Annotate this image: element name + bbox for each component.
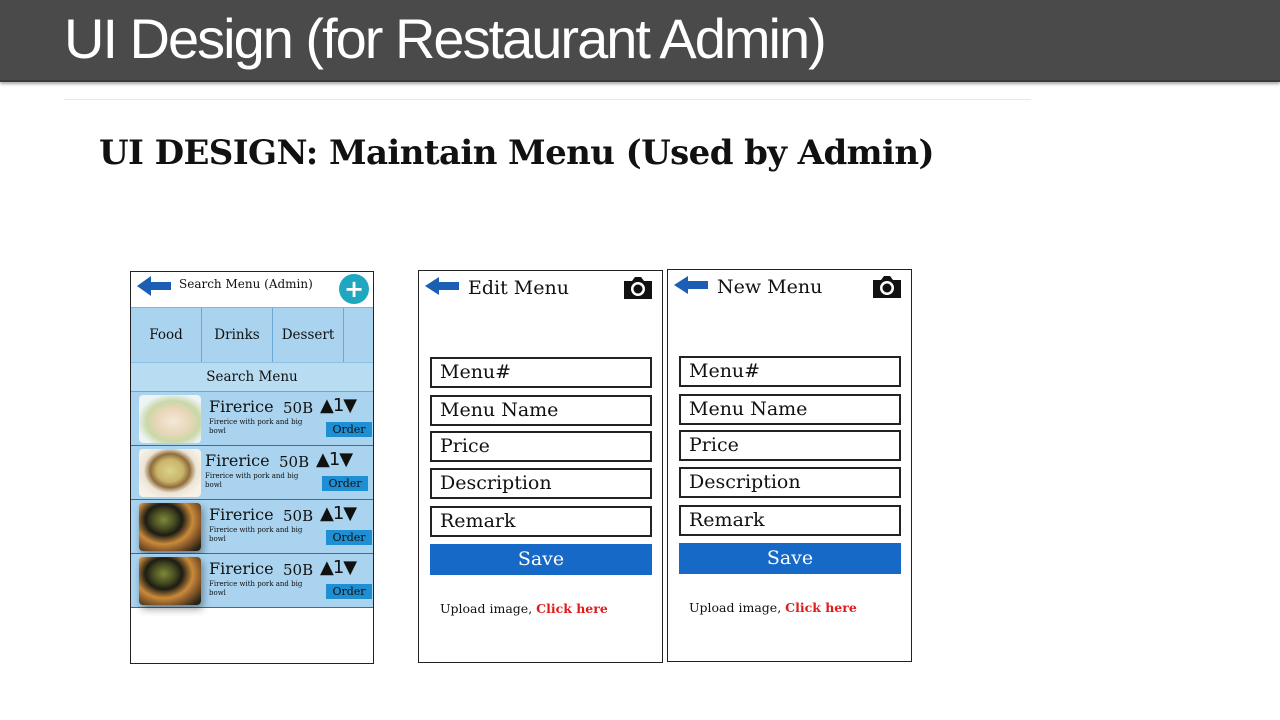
camera-icon[interactable] <box>871 274 903 304</box>
list-item[interactable]: Firerice 50B ▲1▼ Firerice with pork and … <box>131 500 373 554</box>
save-button[interactable]: Save <box>430 544 652 575</box>
food-image <box>139 449 201 497</box>
quantity-stepper[interactable]: ▲1▼ <box>316 449 353 470</box>
list-item[interactable]: Firerice 50B ▲1▼ Firerice with pork and … <box>131 554 373 608</box>
category-tabs: Food Drinks Dessert <box>131 308 373 362</box>
item-price: 50B <box>283 399 314 417</box>
item-name: Firerice <box>209 397 274 416</box>
search-screen-title: Search Menu (Admin) <box>179 277 313 291</box>
tab-dessert[interactable]: Dessert <box>273 308 344 362</box>
remark-field[interactable]: Remark <box>430 506 652 537</box>
edit-screen-title: Edit Menu <box>468 277 569 299</box>
search-header: Search Menu (Admin) + <box>131 272 373 308</box>
upload-link[interactable]: Click here <box>785 600 857 615</box>
plus-icon: + <box>343 275 365 303</box>
upload-image-row: Upload image, Click here <box>689 600 857 615</box>
item-description: Firerice with pork and big bowl <box>209 580 303 597</box>
list-item[interactable]: Firerice 50B ▲1▼ Firerice with pork and … <box>131 446 373 500</box>
order-button[interactable]: Order <box>322 476 368 491</box>
menu-number-field[interactable]: Menu# <box>679 356 901 387</box>
back-arrow-icon[interactable] <box>674 276 708 294</box>
price-field[interactable]: Price <box>430 431 652 462</box>
search-menu-button[interactable]: Search Menu <box>131 362 373 392</box>
slide-title-bar: UI Design (for Restaurant Admin) <box>0 0 1280 82</box>
item-name: Firerice <box>209 505 274 524</box>
upload-link[interactable]: Click here <box>536 601 608 616</box>
new-screen-title: New Menu <box>717 276 823 298</box>
item-description: Firerice with pork and big bowl <box>205 472 299 489</box>
upload-label: Upload image, <box>440 601 537 616</box>
order-button[interactable]: Order <box>326 530 372 545</box>
remark-field[interactable]: Remark <box>679 505 901 536</box>
tab-drinks[interactable]: Drinks <box>202 308 273 362</box>
quantity-stepper[interactable]: ▲1▼ <box>320 557 357 578</box>
food-image <box>139 557 201 605</box>
save-button[interactable]: Save <box>679 543 901 574</box>
tab-food[interactable]: Food <box>131 308 202 362</box>
new-menu-screen: New Menu Menu# Menu Name Price Descripti… <box>667 269 912 662</box>
quantity-stepper[interactable]: ▲1▼ <box>320 503 357 524</box>
quantity-stepper[interactable]: ▲1▼ <box>320 395 357 416</box>
menu-number-field[interactable]: Menu# <box>430 357 652 388</box>
item-description: Firerice with pork and big bowl <box>209 418 303 435</box>
menu-name-field[interactable]: Menu Name <box>430 395 652 426</box>
order-button[interactable]: Order <box>326 584 372 599</box>
item-price: 50B <box>283 507 314 525</box>
food-image <box>139 503 201 551</box>
item-description: Firerice with pork and big bowl <box>209 526 303 543</box>
list-item[interactable]: Firerice 50B ▲1▼ Firerice with pork and … <box>131 392 373 446</box>
description-field[interactable]: Description <box>679 467 901 498</box>
edit-menu-screen: Edit Menu Menu# Menu Name Price Descript… <box>418 270 663 663</box>
divider <box>64 99 1031 100</box>
add-menu-button[interactable]: + <box>339 274 369 304</box>
search-menu-screen: Search Menu (Admin) + Food Drinks Desser… <box>130 271 374 664</box>
description-field[interactable]: Description <box>430 468 652 499</box>
menu-name-field[interactable]: Menu Name <box>679 394 901 425</box>
order-button[interactable]: Order <box>326 422 372 437</box>
item-name: Firerice <box>205 451 270 470</box>
slide-title: UI Design (for Restaurant Admin) <box>64 7 827 70</box>
food-image <box>139 395 201 443</box>
back-arrow-icon[interactable] <box>425 277 459 295</box>
item-name: Firerice <box>209 559 274 578</box>
camera-icon[interactable] <box>622 275 654 305</box>
price-field[interactable]: Price <box>679 430 901 461</box>
item-price: 50B <box>283 561 314 579</box>
menu-list: Firerice 50B ▲1▼ Firerice with pork and … <box>131 392 373 608</box>
slide-subtitle: UI DESIGN: Maintain Menu (Used by Admin) <box>99 133 935 173</box>
upload-image-row: Upload image, Click here <box>440 601 608 616</box>
upload-label: Upload image, <box>689 600 786 615</box>
item-price: 50B <box>279 453 310 471</box>
back-arrow-icon[interactable] <box>137 276 171 296</box>
